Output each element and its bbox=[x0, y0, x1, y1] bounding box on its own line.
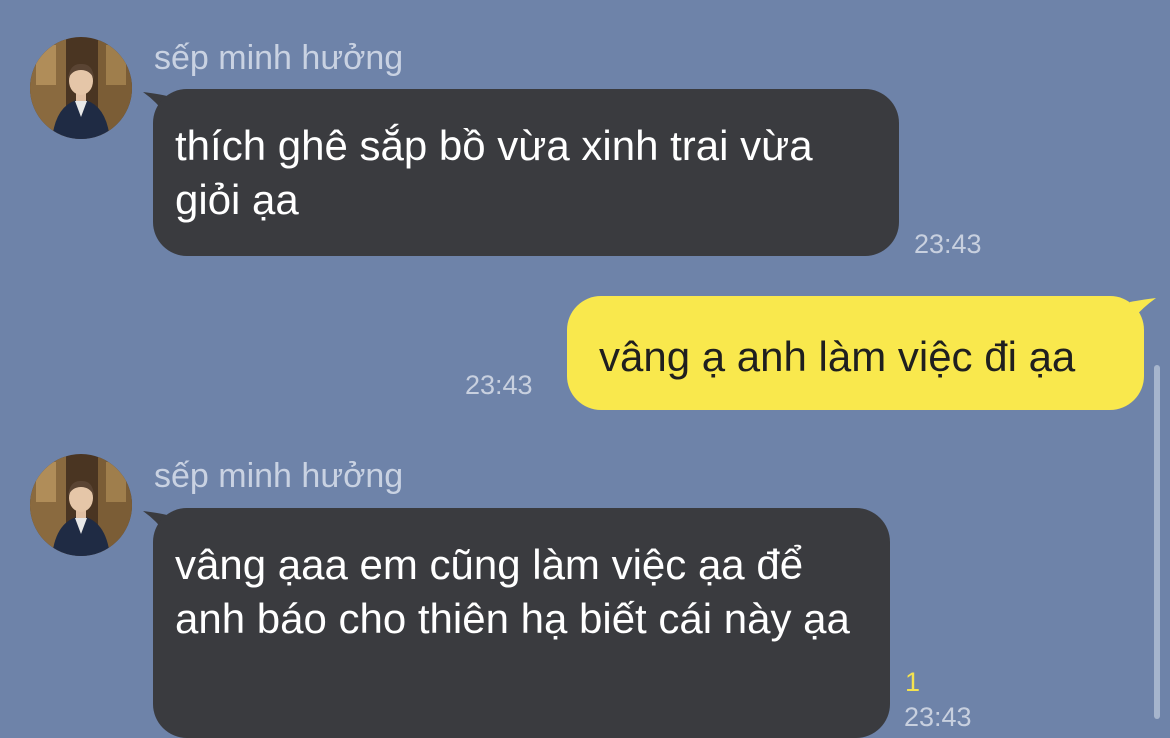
message-bubble-incoming[interactable]: vâng ạaa em cũng làm việc ạa để anh báo … bbox=[153, 508, 890, 738]
message-text: vâng ạ anh làm việc đi ạa bbox=[599, 333, 1076, 380]
scrollbar[interactable] bbox=[1154, 365, 1160, 719]
sender-avatar[interactable] bbox=[30, 37, 132, 139]
message-timestamp: 23:43 bbox=[914, 229, 982, 259]
message-bubble-incoming[interactable]: thích ghê sắp bồ vừa xinh trai vừa giỏi … bbox=[153, 89, 899, 256]
message-timestamp: 23:43 bbox=[904, 702, 972, 732]
sender-name: sếp minh hưởng bbox=[154, 457, 404, 495]
chat-message-list[interactable]: sếp minh hưởng thích ghê sắp bồ vừa xinh… bbox=[0, 0, 1170, 738]
message-bubble-outgoing[interactable]: vâng ạ anh làm việc đi ạa bbox=[567, 296, 1144, 410]
bubble-tail bbox=[1130, 298, 1156, 322]
unread-count: 1 bbox=[905, 667, 921, 697]
message-timestamp: 23:43 bbox=[465, 370, 533, 400]
sender-avatar[interactable] bbox=[30, 454, 132, 556]
sender-name: sếp minh hưởng bbox=[154, 39, 404, 77]
message-text: vâng ạaa em cũng làm việc ạa để anh báo … bbox=[175, 541, 850, 642]
message-text: thích ghê sắp bồ vừa xinh trai vừa giỏi … bbox=[175, 122, 813, 223]
